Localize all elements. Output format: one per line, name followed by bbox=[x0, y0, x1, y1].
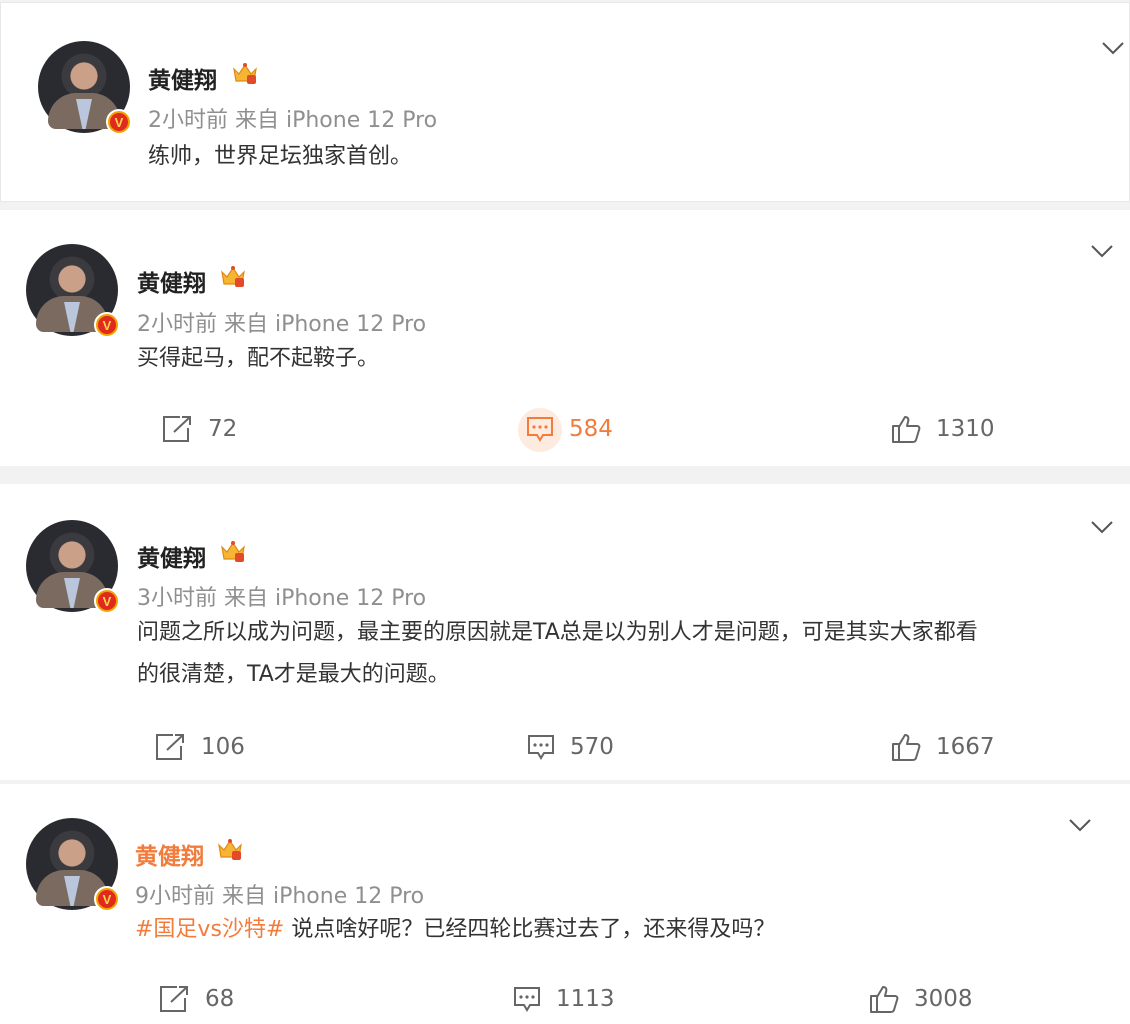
post-content-line2: 的很清楚，TA才是最大的问题。 bbox=[137, 662, 450, 687]
author-name[interactable]: 黄健翔 bbox=[135, 837, 204, 871]
repost-icon bbox=[156, 734, 184, 760]
verified-v-icon: V bbox=[106, 109, 132, 135]
post-content: 买得起马，配不起鞍子。 bbox=[137, 346, 380, 371]
like-button[interactable]: 3008 bbox=[868, 984, 973, 1014]
chevron-down-icon[interactable] bbox=[1090, 244, 1114, 258]
post-meta: 2小时前 来自 iPhone 12 Pro bbox=[137, 312, 427, 337]
avatar[interactable]: V bbox=[26, 818, 120, 912]
comment-icon bbox=[527, 417, 553, 442]
post-content-text: 说点啥好呢？已经四轮比赛过去了，还来得及吗？ bbox=[284, 917, 776, 942]
like-count: 1667 bbox=[936, 734, 995, 760]
repost-button[interactable]: 72 bbox=[160, 414, 237, 444]
chevron-down-icon[interactable] bbox=[1101, 41, 1125, 55]
like-count: 3008 bbox=[914, 986, 973, 1012]
repost-count: 106 bbox=[201, 734, 245, 760]
comment-button[interactable]: 1113 bbox=[512, 984, 615, 1014]
post-meta: 9小时前 来自 iPhone 12 Pro bbox=[135, 884, 425, 909]
comment-count: 1113 bbox=[556, 986, 615, 1012]
post-content: #国足vs沙特# 说点啥好呢？已经四轮比赛过去了，还来得及吗？ bbox=[135, 910, 775, 950]
post-meta: 3小时前 来自 iPhone 12 Pro bbox=[137, 586, 427, 611]
avatar[interactable]: V bbox=[26, 244, 120, 338]
author-name[interactable]: 黄健翔 bbox=[148, 61, 217, 95]
verified-v-icon: V bbox=[94, 588, 120, 614]
like-count: 1310 bbox=[936, 416, 995, 442]
verified-v-icon: V bbox=[94, 312, 120, 338]
post-content-line1: 问题之所以成为问题，最主要的原因就是TA总是以为别人才是问题，可是其实大家都看 bbox=[137, 620, 978, 645]
like-button[interactable]: 1310 bbox=[890, 414, 995, 444]
post-card-1[interactable]: V 黄健翔 2小时前 来自 iPhone 12 Pro 练帅，世界足坛独家首创。 bbox=[0, 2, 1130, 202]
repost-button[interactable]: 68 bbox=[157, 984, 234, 1014]
verified-v-icon: V bbox=[94, 886, 120, 912]
repost-icon bbox=[160, 986, 188, 1012]
like-button[interactable]: 1667 bbox=[890, 732, 995, 762]
chevron-down-icon[interactable] bbox=[1090, 520, 1114, 534]
thumbs-up-icon bbox=[870, 986, 899, 1013]
comment-button[interactable]: 584 bbox=[525, 414, 613, 444]
post-card-2[interactable]: V 黄健翔 2小时前 来自 iPhone 12 Pro 买得起马，配不起鞍子。 … bbox=[0, 210, 1130, 466]
thumbs-up-icon bbox=[892, 734, 921, 761]
comment-button[interactable]: 570 bbox=[526, 732, 614, 762]
thumbs-up-icon bbox=[892, 416, 921, 443]
repost-count: 68 bbox=[205, 986, 235, 1012]
post-card-4[interactable]: V 黄健翔 9小时前 来自 iPhone 12 Pro #国足vs沙特# 说点啥… bbox=[0, 784, 1130, 1024]
repost-count: 72 bbox=[208, 416, 238, 442]
comment-icon bbox=[528, 735, 554, 760]
crown-membership-icon[interactable] bbox=[231, 61, 259, 85]
comment-count: 584 bbox=[569, 416, 613, 442]
repost-icon bbox=[163, 416, 191, 442]
chevron-down-icon[interactable] bbox=[1068, 818, 1092, 832]
crown-membership-icon[interactable] bbox=[216, 837, 244, 861]
post-content: 练帅，世界足坛独家首创。 bbox=[148, 144, 413, 169]
avatar[interactable]: V bbox=[38, 41, 132, 135]
repost-button[interactable]: 106 bbox=[153, 732, 245, 762]
comment-icon bbox=[514, 987, 540, 1012]
author-name[interactable]: 黄健翔 bbox=[137, 264, 206, 298]
author-name[interactable]: 黄健翔 bbox=[137, 539, 206, 573]
crown-membership-icon[interactable] bbox=[219, 264, 247, 288]
crown-membership-icon[interactable] bbox=[219, 539, 247, 563]
post-meta: 2小时前 来自 iPhone 12 Pro bbox=[148, 108, 438, 133]
post-card-3[interactable]: V 黄健翔 3小时前 来自 iPhone 12 Pro 问题之所以成为问题，最主… bbox=[0, 484, 1130, 780]
comment-count: 570 bbox=[570, 734, 614, 760]
topic-hashtag-link[interactable]: #国足vs沙特# bbox=[135, 917, 284, 942]
avatar[interactable]: V bbox=[26, 520, 120, 614]
